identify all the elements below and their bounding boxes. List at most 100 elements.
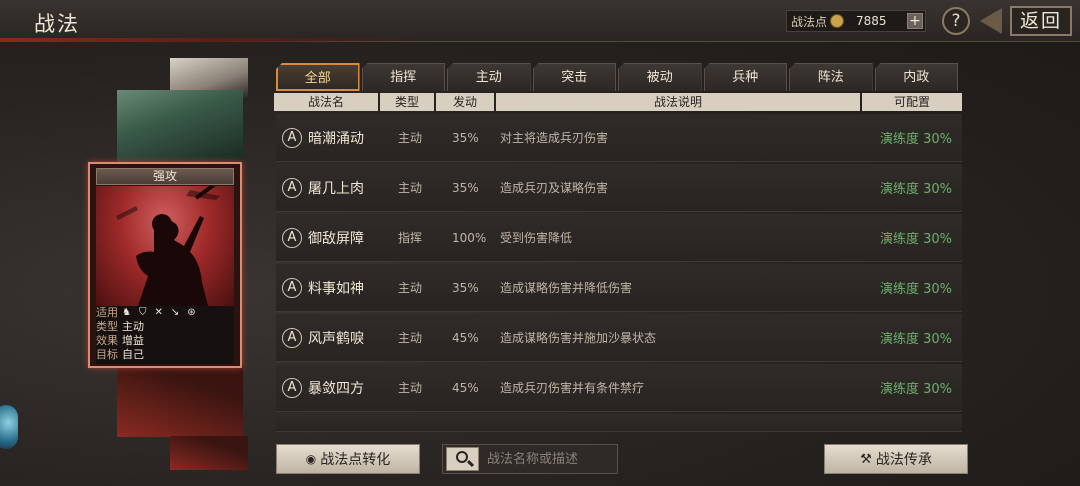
page-title: 战法 bbox=[34, 12, 80, 36]
skill-points-label: 战法点 bbox=[791, 14, 828, 29]
info-key: 效果 bbox=[96, 334, 118, 347]
skill-proficiency: 演练度 30% bbox=[879, 332, 952, 347]
skill-rate: 35% bbox=[452, 130, 479, 145]
grade-a-icon: A bbox=[282, 127, 302, 148]
tab-troop[interactable]: 兵种 bbox=[703, 63, 788, 91]
skill-name: 屠几上肉 bbox=[308, 180, 364, 197]
skill-name: 暴敛四方 bbox=[308, 380, 364, 397]
cavalry-icon: ♞ bbox=[122, 307, 131, 318]
skill-rate: 45% bbox=[452, 330, 479, 345]
info-value: 主动 bbox=[122, 320, 144, 333]
troop-type-icons: ♞ ⛉ ✕ ↘ ⊛ bbox=[122, 306, 196, 320]
skill-proficiency: 演练度 30% bbox=[879, 182, 952, 197]
hammer-icon: ⚒ bbox=[860, 451, 872, 467]
skill-proficiency: 演练度 30% bbox=[879, 232, 952, 247]
column-header-name[interactable]: 战法名 bbox=[274, 93, 378, 111]
warrior-silhouette-icon bbox=[116, 186, 220, 306]
skill-type: 主动 bbox=[398, 181, 423, 195]
tab-command[interactable]: 指挥 bbox=[361, 63, 446, 91]
search-field[interactable] bbox=[442, 444, 618, 474]
table-row[interactable]: A 屠几上肉 主动 35% 造成兵刃及谋略伤害 演练度 30% bbox=[276, 164, 962, 212]
skill-type: 指挥 bbox=[398, 231, 423, 245]
skill-name: 御敌屏障 bbox=[308, 230, 364, 247]
table-row[interactable]: A 御敌屏障 指挥 100% 受到伤害降低 演练度 30% bbox=[276, 214, 962, 262]
skill-name: 料事如神 bbox=[308, 280, 364, 297]
search-icon[interactable] bbox=[446, 447, 479, 471]
skill-description: 对主将造成兵刃伤害 bbox=[500, 131, 609, 145]
skill-rate: 35% bbox=[452, 180, 479, 195]
search-input[interactable] bbox=[487, 447, 617, 471]
table-row[interactable]: A 暗潮涌动 主动 35% 对主将造成兵刃伤害 演练度 30% bbox=[276, 114, 962, 162]
table-row-partial[interactable] bbox=[276, 414, 962, 432]
skill-proficiency: 演练度 30% bbox=[879, 382, 952, 397]
card-stack-prev-1[interactable] bbox=[117, 90, 243, 162]
skill-type: 主动 bbox=[398, 281, 423, 295]
skill-description: 造成兵刃及谋略伤害 bbox=[500, 181, 609, 195]
tab-all[interactable]: 全部 bbox=[276, 63, 360, 91]
info-key: 目标 bbox=[96, 348, 118, 361]
skill-list[interactable]: A 暗潮涌动 主动 35% 对主将造成兵刃伤害 演练度 30% A 屠几上肉 主… bbox=[274, 112, 962, 432]
wheel-icon: ⊛ bbox=[187, 307, 196, 318]
grade-a-icon: A bbox=[282, 327, 302, 348]
card-info-row: 适用 ♞ ⛉ ✕ ↘ ⊛ bbox=[96, 306, 234, 320]
card-info-row: 目标 自己 bbox=[96, 348, 234, 362]
skill-rate: 35% bbox=[452, 280, 479, 295]
title-accent-stripe bbox=[0, 38, 420, 42]
inherit-skill-button[interactable]: ⚒ 战法传承 bbox=[824, 444, 968, 474]
tab-passive[interactable]: 被动 bbox=[618, 63, 702, 91]
skill-proficiency: 演练度 30% bbox=[879, 282, 952, 297]
add-points-button[interactable]: + bbox=[907, 13, 923, 29]
coin-icon: ◉ bbox=[305, 452, 317, 466]
table-row[interactable]: A 风声鹤唳 主动 45% 造成谋略伤害并施加沙暴状态 演练度 30% bbox=[276, 314, 962, 362]
tab-formation[interactable]: 阵法 bbox=[789, 63, 873, 91]
info-value: 自己 bbox=[122, 348, 144, 361]
convert-points-label: 战法点转化 bbox=[320, 452, 391, 468]
spear-icon: ↘ bbox=[170, 307, 180, 318]
card-info-row: 效果 增益 bbox=[96, 334, 234, 348]
grade-a-icon: A bbox=[282, 277, 302, 298]
grade-a-icon: A bbox=[282, 177, 302, 198]
skill-type: 主动 bbox=[398, 131, 423, 145]
inherit-skill-label: 战法传承 bbox=[875, 452, 932, 468]
tab-active[interactable]: 主动 bbox=[447, 63, 531, 91]
selected-skill-card[interactable]: 强攻 适用 ♞ ⛉ ✕ ↘ ⊛ 类型 主动 效果 增益 目标 自己 bbox=[88, 162, 242, 368]
tab-internal[interactable]: 内政 bbox=[874, 63, 959, 91]
skill-rate: 100% bbox=[452, 230, 487, 245]
floating-assistant-icon[interactable] bbox=[0, 405, 18, 449]
skill-rate: 45% bbox=[452, 380, 479, 395]
shield-icon: ⛉ bbox=[138, 307, 147, 318]
skill-description: 造成兵刃伤害并有条件禁疗 bbox=[500, 381, 645, 395]
top-bar: 战法 战法点 7885 + ? 返回 bbox=[0, 0, 1080, 42]
card-stack-next-2[interactable] bbox=[170, 436, 248, 470]
card-title: 强攻 bbox=[96, 168, 234, 185]
card-info-row: 类型 主动 bbox=[96, 320, 234, 334]
column-header-rate[interactable]: 发动 bbox=[436, 93, 494, 111]
skill-points-value: 7885 bbox=[856, 14, 887, 28]
column-header-type[interactable]: 类型 bbox=[380, 93, 434, 111]
card-stack-next-1[interactable] bbox=[117, 365, 243, 437]
info-key: 类型 bbox=[96, 320, 118, 333]
skill-points-display: 战法点 7885 + bbox=[786, 10, 926, 32]
card-info-panel: 适用 ♞ ⛉ ✕ ↘ ⊛ 类型 主动 效果 增益 目标 自己 bbox=[96, 306, 234, 364]
skill-type: 主动 bbox=[398, 331, 423, 345]
skill-proficiency: 演练度 30% bbox=[879, 132, 952, 147]
skill-name: 暗潮涌动 bbox=[308, 130, 364, 147]
category-tabs: 全部 指挥 主动 突击 被动 兵种 阵法 内政 bbox=[276, 63, 959, 91]
skill-description: 造成谋略伤害并施加沙暴状态 bbox=[500, 331, 657, 345]
coin-icon bbox=[830, 14, 845, 28]
table-row[interactable]: A 暴敛四方 主动 45% 造成兵刃伤害并有条件禁疗 演练度 30% bbox=[276, 364, 962, 412]
card-artwork bbox=[96, 186, 234, 306]
tab-assault[interactable]: 突击 bbox=[532, 63, 617, 91]
info-key: 适用 bbox=[96, 306, 118, 319]
bow-icon: ✕ bbox=[154, 307, 163, 318]
back-button[interactable]: 返回 bbox=[980, 6, 1072, 36]
convert-points-button[interactable]: ◉ 战法点转化 bbox=[276, 444, 420, 474]
skill-name: 风声鹤唳 bbox=[308, 330, 364, 347]
back-label: 返回 bbox=[1010, 6, 1072, 36]
help-button[interactable]: ? bbox=[942, 7, 970, 35]
grade-a-icon: A bbox=[282, 227, 302, 248]
column-header-config[interactable]: 可配置 bbox=[862, 93, 962, 111]
table-row[interactable]: A 料事如神 主动 35% 造成谋略伤害并降低伤害 演练度 30% bbox=[276, 264, 962, 312]
skill-type: 主动 bbox=[398, 381, 423, 395]
skill-description: 受到伤害降低 bbox=[500, 231, 573, 245]
